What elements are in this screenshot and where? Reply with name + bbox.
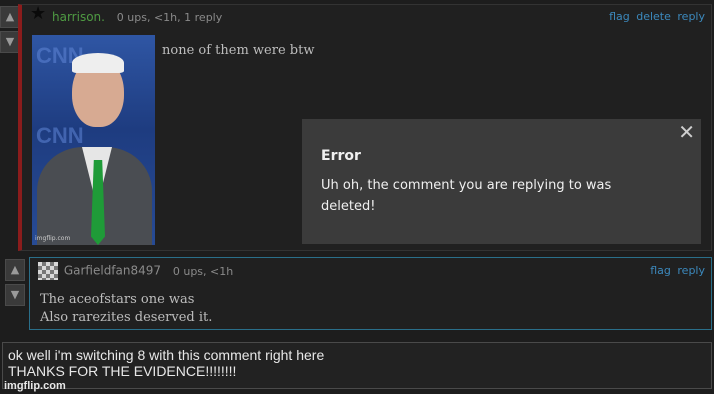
checkered-avatar-icon [38,262,58,280]
comment-actions: flag reply [647,264,705,277]
downvote-button[interactable]: ▼ [0,31,20,53]
dialog-message: Uh oh, the comment you are replying to w… [321,178,612,214]
comment-header: Garfieldfan8497 0 ups, <1h [38,262,233,280]
close-icon[interactable]: ✕ [678,120,695,144]
star-icon: ★ [30,3,47,24]
cnn-logo: CNN [36,123,84,148]
author-name[interactable]: Garfieldfan8497 [64,264,161,278]
comment-image[interactable]: CNN CNN imgflip.com [32,35,155,245]
author-name[interactable]: harrison. [52,10,105,24]
reply-textarea[interactable]: ok well i'm switching 8 with this commen… [2,342,712,389]
reply-link[interactable]: reply [677,10,705,23]
comment-meta: 0 ups, <1h [172,264,234,278]
delete-link[interactable]: delete [636,10,671,23]
upvote-button[interactable]: ▲ [0,6,20,28]
comment-text-line-2: Also rarezites deserved it. [40,310,213,325]
downvote-button[interactable]: ▼ [5,284,25,306]
flag-link[interactable]: flag [609,10,630,23]
reply-link[interactable]: reply [677,264,705,277]
comment-actions: flag delete reply [606,10,705,23]
image-watermark: imgflip.com [35,235,71,242]
arrow-down-icon: ▼ [5,35,15,48]
error-dialog: ✕ Error Uh oh, the comment you are reply… [302,119,701,244]
comment-text-line-1: The aceofstars one was [40,292,195,307]
arrow-down-icon: ▼ [10,288,20,301]
comment-garfieldfan: Garfieldfan8497 0 ups, <1h flag reply Th… [29,257,712,330]
imgflip-watermark: imgflip.com [4,380,66,392]
comment1-vote-column: ▲ ▼ [0,6,20,56]
upvote-button[interactable]: ▲ [5,259,25,281]
comment-header: harrison. 0 ups, <1h, 1 reply [52,10,222,24]
comment-text: none of them were btw [162,43,315,58]
comment-meta: 0 ups, <1h, 1 reply [116,11,223,24]
arrow-up-icon: ▲ [5,10,15,23]
arrow-up-icon: ▲ [10,263,20,276]
hair-shape [72,53,124,73]
dialog-title: Error [321,148,361,164]
flag-link[interactable]: flag [650,264,671,277]
comment2-vote-column: ▲ ▼ [5,259,25,309]
